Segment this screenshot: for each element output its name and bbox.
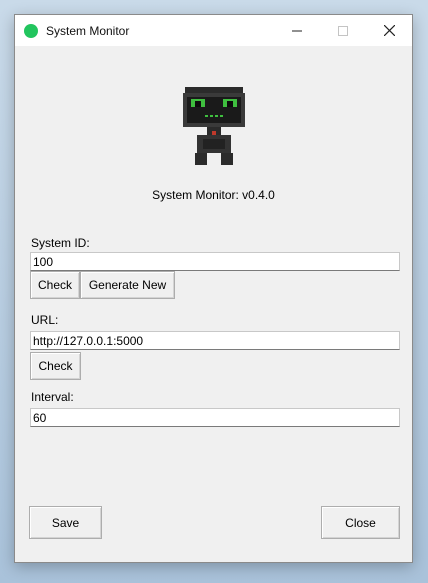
check-url-button[interactable]: Check	[30, 352, 81, 380]
maximize-button[interactable]	[320, 15, 366, 46]
title-bar[interactable]: System Monitor	[15, 15, 412, 46]
minimize-icon	[292, 30, 302, 31]
system-id-input[interactable]	[30, 252, 400, 271]
close-window-button[interactable]	[366, 15, 412, 46]
url-label: URL:	[31, 313, 59, 327]
interval-input[interactable]	[30, 408, 400, 427]
window-controls	[274, 15, 412, 46]
main-window: System Monitor System Monitor: v0.4.0 Sy…	[14, 14, 413, 563]
robot-logo-icon	[183, 87, 245, 165]
maximize-icon	[338, 25, 348, 36]
check-system-id-button[interactable]: Check	[30, 271, 80, 299]
generate-new-button[interactable]: Generate New	[80, 271, 175, 299]
interval-label: Interval:	[31, 390, 74, 404]
system-id-label: System ID:	[31, 236, 90, 250]
url-input[interactable]	[30, 331, 400, 350]
close-button[interactable]: Close	[321, 506, 400, 539]
save-button[interactable]: Save	[29, 506, 102, 539]
close-icon	[383, 25, 395, 36]
minimize-button[interactable]	[274, 15, 320, 46]
version-label: System Monitor: v0.4.0	[152, 188, 275, 202]
app-status-icon	[24, 23, 38, 38]
window-title: System Monitor	[46, 23, 130, 38]
